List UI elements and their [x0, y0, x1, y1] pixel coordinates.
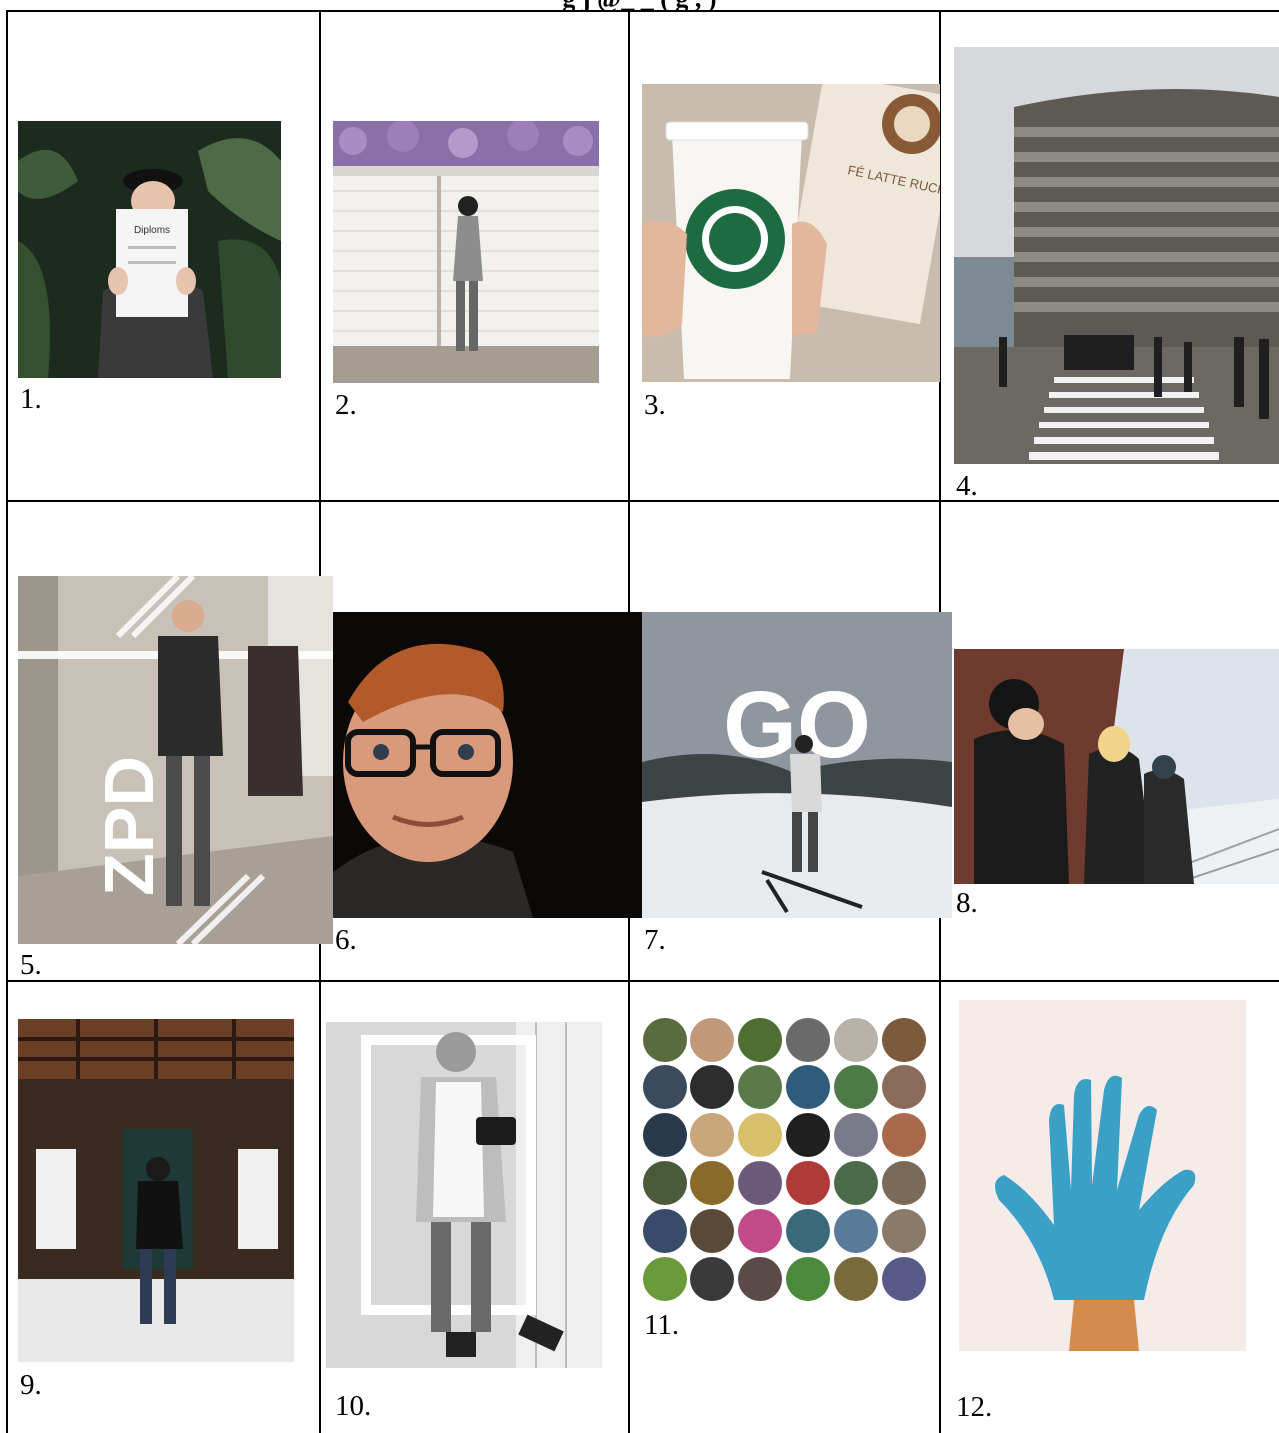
photo-12 [959, 1000, 1246, 1351]
photo-label: 9. [20, 1369, 42, 1401]
photo-5: ZPD [18, 576, 333, 944]
photo-label: 12. [956, 1391, 993, 1423]
portrait-diploma-photo-icon: Diploms [18, 121, 281, 378]
table-row-divider [6, 500, 1279, 502]
train-wagon-photo-icon [18, 1019, 294, 1362]
photo-label: 7. [644, 924, 666, 956]
photo-10 [326, 1022, 602, 1368]
photo-3: FÉ LATTE RUCKS [642, 84, 940, 382]
photo-2 [333, 121, 599, 383]
photo-label: 6. [335, 924, 357, 956]
table-border-top [6, 10, 1279, 12]
photo-label: 5. [20, 949, 42, 981]
photo-6 [333, 612, 642, 918]
garage-door-wisteria-photo-icon [333, 121, 599, 383]
circle-collage-photo-icon [642, 1017, 928, 1302]
photo-label: 1. [20, 383, 42, 415]
blue-hand-photo-icon [959, 1000, 1246, 1351]
table-border-left [6, 10, 8, 1433]
photo-9 [18, 1019, 294, 1362]
selfie-glasses-photo-icon [333, 612, 642, 918]
photo-label: 3. [644, 389, 666, 421]
photo-label: 11. [644, 1309, 680, 1341]
table-row-divider [6, 980, 1279, 982]
photo-label: 4. [956, 470, 978, 502]
photo-11 [642, 1017, 928, 1302]
coffee-cup-photo-icon: FÉ LATTE RUCKS [642, 84, 940, 382]
railway-friends-photo-icon [954, 649, 1279, 884]
photo-label: 2. [335, 389, 357, 421]
diploma-text: Diploms [134, 225, 170, 236]
ski-go-photo-icon: GO [642, 612, 952, 918]
hallway-zpd-photo-icon: ZPD [18, 576, 333, 944]
photo-4 [954, 47, 1279, 464]
photo-label: 10. [335, 1390, 372, 1422]
photo-8 [954, 649, 1279, 884]
photo-1: Diploms [18, 121, 281, 378]
parliament-building-photo-icon [954, 47, 1279, 464]
camera-frame-photo-icon [326, 1022, 602, 1368]
photo-label: 8. [956, 887, 978, 919]
zpd-text: ZPD [90, 756, 168, 896]
photo-7: GO [642, 612, 952, 918]
